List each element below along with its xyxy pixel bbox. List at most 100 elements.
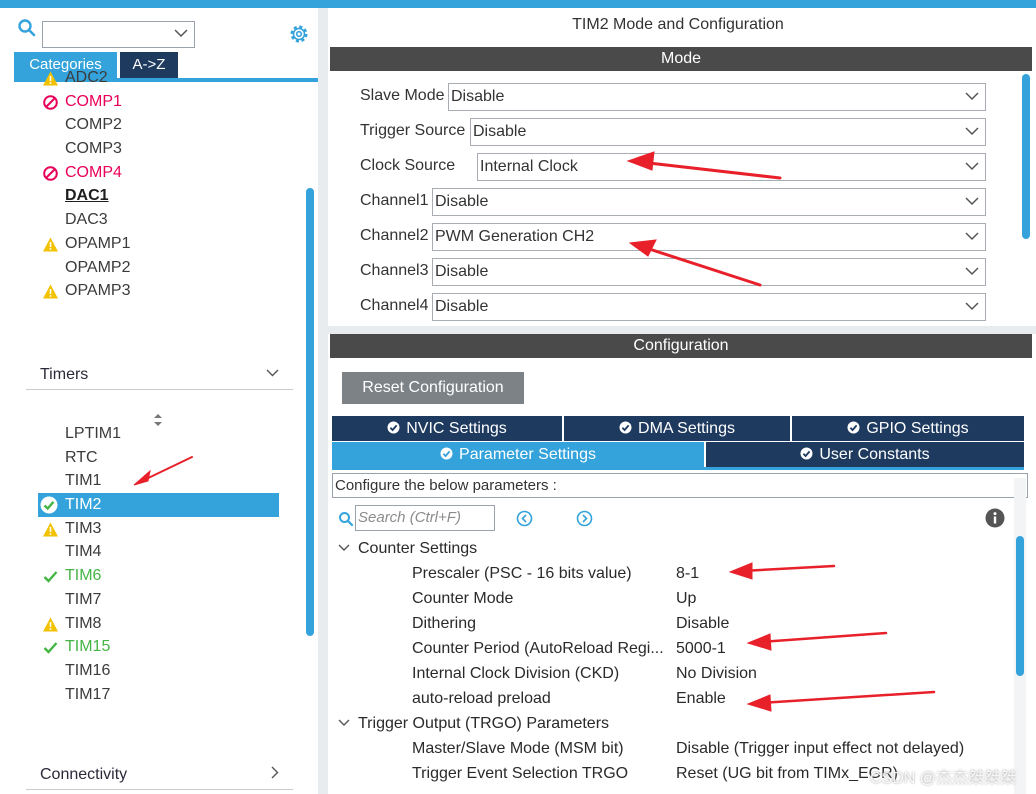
list-item-tim17[interactable]: TIM17 — [40, 683, 300, 707]
info-icon[interactable] — [985, 508, 1005, 528]
param-name: Counter Mode — [412, 590, 514, 607]
list-item-dac3[interactable]: DAC3 — [40, 208, 300, 232]
list-item-dac1[interactable]: DAC1 — [40, 184, 300, 208]
param-row-counter-period[interactable]: Counter Period (AutoReload Regi... 5000-… — [328, 636, 1018, 661]
tab-parameter-settings[interactable]: Parameter Settings — [332, 442, 704, 467]
list-item-label: OPAMP2 — [65, 258, 131, 276]
warning-icon — [43, 522, 58, 537]
param-name: Dithering — [412, 615, 477, 632]
list-item-tim6[interactable]: TIM6 — [40, 564, 300, 588]
list-item-comp2[interactable]: COMP2 — [40, 113, 300, 137]
tab-underline — [332, 467, 1024, 470]
param-row-clock-division[interactable]: Internal Clock Division (CKD) No Divisio… — [328, 661, 1018, 686]
check-circle-icon — [387, 421, 400, 434]
param-value: Disable — [676, 615, 730, 632]
param-row-prescaler[interactable]: Prescaler (PSC - 16 bits value) 8-1 — [328, 561, 1018, 586]
timers-group-header[interactable]: Timers — [26, 360, 293, 390]
channel4-select[interactable]: Disable — [432, 293, 986, 321]
list-item-lptim1[interactable]: LPTIM1 — [40, 422, 300, 446]
disabled-icon — [43, 165, 58, 181]
clock-source-select[interactable]: Internal Clock — [477, 153, 986, 181]
param-value: Up — [676, 590, 697, 607]
list-item-opamp2[interactable]: OPAMP2 — [40, 256, 300, 280]
param-row-msm-mode[interactable]: Master/Slave Mode (MSM bit) Disable (Tri… — [328, 736, 1018, 761]
slave-mode-select[interactable]: Disable — [448, 83, 986, 111]
select-value: Disable — [451, 88, 505, 105]
search-icon[interactable] — [338, 511, 354, 527]
search-icon[interactable] — [17, 18, 37, 38]
select-value: Disable — [435, 263, 489, 280]
warning-icon — [43, 237, 58, 252]
list-item-label: TIM15 — [65, 638, 111, 656]
counter-settings-section[interactable]: Counter Settings — [338, 536, 477, 561]
check-icon — [43, 571, 58, 583]
tab-dma-settings[interactable]: DMA Settings — [564, 416, 790, 441]
list-item-label: TIM1 — [65, 472, 102, 490]
channel2-select[interactable]: PWM Generation CH2 — [432, 223, 986, 251]
list-item-tim15[interactable]: TIM15 — [40, 635, 300, 659]
mode-row-channel4: Channel4 Disable — [360, 293, 988, 321]
list-item-label: TIM7 — [65, 590, 102, 608]
list-item-label: COMP4 — [65, 163, 122, 181]
param-row-counter-mode[interactable]: Counter Mode Up — [328, 586, 1018, 611]
list-item-tim8[interactable]: TIM8 — [40, 612, 300, 636]
check-circle-icon — [440, 447, 453, 460]
list-item-comp4[interactable]: COMP4 — [40, 161, 300, 185]
warning-icon — [43, 71, 58, 86]
page-title: TIM2 Mode and Configuration — [572, 16, 784, 33]
slave-mode-label: Slave Mode — [360, 87, 445, 104]
chevron-down-icon — [965, 197, 979, 206]
chevron-down-icon — [965, 127, 979, 136]
tab-user-constants[interactable]: User Constants — [706, 442, 1024, 467]
mode-config-panel: TIM2 Mode and Configuration Mode Slave M… — [328, 8, 1036, 794]
mode-scrollbar-thumb[interactable] — [1022, 74, 1030, 239]
gear-icon[interactable] — [288, 23, 310, 45]
configure-hint: Configure the below parameters : — [332, 473, 1028, 498]
list-item-tim1[interactable]: TIM1 — [40, 469, 300, 493]
select-value: Disable — [473, 123, 527, 140]
list-item-tim2[interactable]: TIM2 — [38, 493, 279, 517]
list-item-tim4[interactable]: TIM4 — [40, 540, 300, 564]
trgo-section[interactable]: Trigger Output (TRGO) Parameters — [338, 711, 609, 736]
parameter-search-input[interactable]: Search (Ctrl+F) — [355, 505, 495, 531]
chevron-down-icon — [965, 232, 979, 241]
list-item-tim16[interactable]: TIM16 — [40, 659, 300, 683]
analog-peripheral-list: ADC2 COMP1 COMP2 COMP3 COMP4 DAC1 DAC3 O… — [40, 70, 300, 300]
list-item-tim7[interactable]: TIM7 — [40, 588, 300, 612]
tab-gpio-settings[interactable]: GPIO Settings — [792, 416, 1024, 441]
param-name: Master/Slave Mode (MSM bit) — [412, 740, 624, 757]
list-item-opamp1[interactable]: OPAMP1 — [40, 232, 300, 256]
search-combo-input[interactable] — [42, 21, 195, 48]
list-item-adc2[interactable]: ADC2 — [40, 70, 300, 90]
tab-label: NVIC Settings — [406, 420, 507, 437]
list-item-tim3[interactable]: TIM3 — [40, 517, 300, 541]
connectivity-group-header[interactable]: Connectivity — [26, 760, 293, 790]
param-row-auto-reload-preload[interactable]: auto-reload preload Enable — [328, 686, 1018, 711]
list-item-opamp3[interactable]: OPAMP3 — [40, 279, 300, 300]
clock-source-label: Clock Source — [360, 157, 456, 174]
mode-row-clock-source: Clock Source Internal Clock — [360, 153, 988, 181]
trigger-source-select[interactable]: Disable — [470, 118, 986, 146]
list-item-comp1[interactable]: COMP1 — [40, 90, 300, 114]
check-circle-icon — [800, 447, 813, 460]
app-top-bar — [0, 0, 1036, 8]
param-name: Trigger Event Selection TRGO — [412, 765, 629, 782]
chevron-right-circle-icon[interactable] — [576, 510, 593, 527]
tab-nvic-settings[interactable]: NVIC Settings — [332, 416, 562, 441]
reset-configuration-button[interactable]: Reset Configuration — [342, 372, 524, 404]
channel3-select[interactable]: Disable — [432, 258, 986, 286]
group-label: Timers — [40, 366, 89, 383]
check-icon — [43, 642, 58, 654]
mode-row-slave-mode: Slave Mode Disable — [360, 83, 988, 111]
chevron-down-icon[interactable] — [174, 29, 188, 38]
peripheral-tree-panel: Categories A->Z ADC2 COMP1 COMP2 COMP3 C… — [0, 8, 318, 794]
channel1-select[interactable]: Disable — [432, 188, 986, 216]
list-item-comp3[interactable]: COMP3 — [40, 137, 300, 161]
left-scrollbar-thumb[interactable] — [306, 188, 314, 636]
panel-splitter[interactable] — [318, 8, 328, 794]
list-item-rtc[interactable]: RTC — [40, 446, 300, 470]
param-row-dithering[interactable]: Dithering Disable — [328, 611, 1018, 636]
chevron-left-circle-icon[interactable] — [516, 510, 533, 527]
chevron-down-icon — [965, 267, 979, 276]
list-item-label: DAC1 — [65, 187, 109, 205]
